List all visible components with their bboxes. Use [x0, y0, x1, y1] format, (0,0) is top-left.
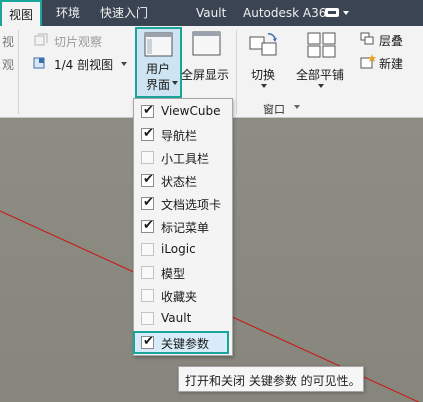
user-interface-icon	[144, 32, 173, 57]
menu-item-mini-toolbar[interactable]: 小工具栏	[134, 147, 232, 169]
checkbox[interactable]	[141, 266, 154, 279]
new-window-button[interactable]: 新建	[360, 54, 420, 72]
checkbox[interactable]: ✔	[141, 126, 154, 141]
switch-label: 切换	[251, 68, 276, 82]
menu-item-label: 小工具栏	[161, 152, 210, 166]
tile-all-button[interactable]: 全部平铺	[294, 28, 350, 94]
checkbox[interactable]: ✔	[141, 195, 154, 210]
menu-item-ilogic[interactable]: iLogic	[134, 239, 232, 261]
tile-all-label: 全部平铺	[296, 68, 345, 82]
tooltip-text: 打开和关闭 关键参数 的可见性。	[185, 374, 361, 388]
cascade-button[interactable]: 层叠	[360, 31, 420, 49]
checkbox[interactable]: ✔	[141, 218, 154, 233]
checkbox[interactable]	[141, 151, 154, 164]
chevron-down-icon	[172, 81, 178, 85]
tooltip: 打开和关闭 关键参数 的可见性。	[178, 366, 364, 392]
menu-item-vault[interactable]: Vault	[134, 308, 232, 330]
menu-item-status-bar[interactable]: ✔ 状态栏	[134, 170, 232, 192]
user-interface-label-line1: 用户	[146, 62, 171, 76]
checkbox[interactable]	[141, 289, 154, 302]
chevron-down-icon	[121, 62, 127, 66]
menu-item-model[interactable]: 模型	[134, 262, 232, 284]
menu-item-label: 收藏夹	[161, 290, 198, 304]
user-interface-dropdown: ✔ ViewCube ✔ 导航栏 小工具栏 ✔ 状态栏 ✔ 文档选项卡 ✔ 标记…	[133, 98, 233, 356]
menu-item-favorites[interactable]: 收藏夹	[134, 285, 232, 307]
user-interface-button[interactable]: 用户 界面	[135, 27, 182, 98]
check-icon: ✔	[143, 172, 154, 187]
check-icon: ✔	[143, 334, 154, 349]
quarter-section-view-button[interactable]: 1/4 剖视图	[32, 55, 132, 73]
slice-view-icon	[34, 33, 48, 46]
menu-item-key-parameters[interactable]: ✔ 关键参数	[133, 331, 229, 354]
full-screen-button[interactable]: 全屏显示	[181, 28, 234, 94]
checkbox[interactable]	[141, 243, 154, 256]
menu-item-marking-menu[interactable]: ✔ 标记菜单	[134, 216, 232, 238]
cascade-label: 层叠	[379, 34, 404, 48]
chevron-down-icon	[318, 84, 324, 88]
tile-all-icon	[307, 32, 336, 58]
checkbox[interactable]: ✔	[141, 334, 154, 349]
menu-item-label: iLogic	[161, 242, 196, 256]
tab-getting-started[interactable]: 快速入门	[100, 0, 148, 26]
checkbox[interactable]: ✔	[141, 103, 154, 118]
slice-view-button[interactable]: 切片观察	[32, 32, 118, 50]
menu-item-label: 状态栏	[161, 175, 198, 189]
check-icon: ✔	[143, 103, 154, 118]
section-view-icon	[33, 57, 45, 69]
menu-item-label: 模型	[161, 267, 186, 281]
menu-item-document-tabs[interactable]: ✔ 文档选项卡	[134, 193, 232, 215]
switch-window-icon	[249, 33, 277, 56]
switch-window-button[interactable]: 切换	[244, 28, 286, 94]
check-icon: ✔	[143, 126, 154, 141]
menu-item-label: 关键参数	[161, 337, 210, 351]
cascade-icon	[360, 32, 374, 45]
tab-environment[interactable]: 环境	[56, 0, 80, 26]
check-icon: ✔	[143, 218, 154, 233]
tab-autodesk-a360[interactable]: Autodesk A360	[243, 0, 334, 26]
cut-off-label-view: 视	[2, 35, 15, 49]
chevron-down-icon	[261, 84, 267, 88]
ribbon-tab-bar: 视图 环境 快速入门 Vault Autodesk A360	[0, 0, 423, 30]
tab-vault[interactable]: Vault	[196, 0, 226, 26]
new-window-label: 新建	[379, 57, 404, 71]
checkbox[interactable]: ✔	[141, 172, 154, 187]
menu-item-viewcube[interactable]: ✔ ViewCube	[134, 101, 232, 123]
menu-item-label: 标记菜单	[161, 221, 210, 235]
check-icon: ✔	[143, 195, 154, 210]
window-panel-label: 窗口	[263, 103, 285, 116]
menu-item-navigation-bar[interactable]: ✔ 导航栏	[134, 124, 232, 146]
menu-item-label: Vault	[161, 311, 192, 325]
panel-options-icon[interactable]	[324, 6, 352, 20]
new-window-icon	[360, 54, 376, 69]
full-screen-icon	[192, 31, 221, 56]
quarter-section-label: 1/4 剖视图	[54, 58, 114, 72]
menu-item-label: ViewCube	[161, 104, 221, 118]
panel-separator	[236, 30, 237, 114]
checkbox[interactable]	[141, 312, 154, 325]
user-interface-label-line2: 界面	[146, 78, 171, 92]
menu-item-label: 文档选项卡	[161, 198, 222, 212]
menu-item-label: 导航栏	[161, 129, 198, 143]
panel-separator	[18, 30, 19, 114]
cut-off-label-observe: 观	[2, 58, 15, 72]
slice-view-label: 切片观察	[54, 35, 103, 49]
full-screen-label: 全屏显示	[181, 68, 230, 82]
panel-expander-icon[interactable]	[294, 105, 304, 113]
